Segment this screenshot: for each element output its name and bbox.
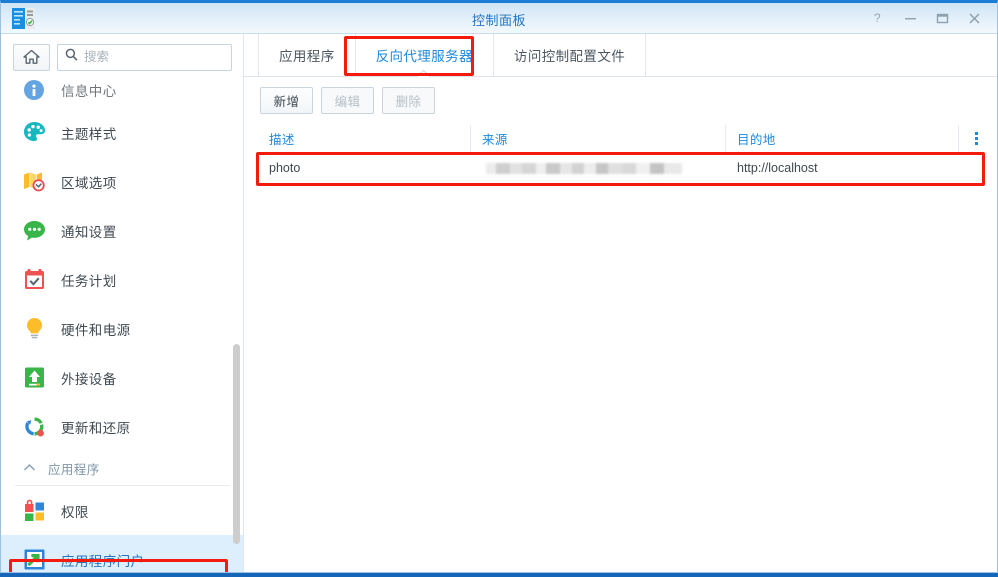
cell-destination: http://localhost [726,153,983,183]
chevron-up-icon [23,459,36,477]
permissions-squares-icon [21,498,47,524]
sidebar-item-label: 权限 [61,501,89,521]
desktop-background-strip [0,573,998,577]
sidebar-item-hardware-power[interactable]: 硬件和电源 [1,304,243,353]
table-header-row: 描述 来源 目的地 [258,125,983,153]
redacted-value [486,163,682,174]
tab-label: 反向代理服务器 [376,45,473,65]
table-row[interactable]: photo http://localhost [258,153,983,183]
column-header-source[interactable]: 来源 [471,125,726,152]
vertical-dots-icon [975,132,978,145]
sidebar-search-row [1,34,243,80]
tab-label: 应用程序 [279,45,335,65]
update-restore-icon [21,414,47,440]
sidebar: 信息中心 主题 [1,34,244,573]
tab-access-control-profile[interactable]: 访问控制配置文件 [494,34,646,76]
control-panel-icon [12,8,35,29]
sidebar-scroll-area: 信息中心 主题 [1,34,243,573]
column-options-icon[interactable] [959,125,983,152]
help-button[interactable]: ? [863,6,893,32]
sidebar-item-theme[interactable]: 主题样式 [1,108,243,157]
regional-map-icon [21,169,47,195]
sidebar-item-label: 信息中心 [61,80,117,100]
sidebar-item-label: 通知设置 [61,221,117,241]
tab-reverse-proxy[interactable]: 反向代理服务器 [356,34,494,76]
tab-applications[interactable]: 应用程序 [258,34,356,76]
sidebar-item-label: 硬件和电源 [61,319,131,339]
create-button[interactable]: 新增 [260,87,313,114]
column-header-description[interactable]: 描述 [258,125,471,152]
delete-button[interactable]: 删除 [382,87,435,114]
window-controls: ? [863,3,989,34]
sidebar-item-label: 外接设备 [61,368,117,388]
search-icon [65,48,78,66]
sidebar-item-external-devices[interactable]: 外接设备 [1,353,243,402]
sidebar-item-label: 更新和还原 [61,417,131,437]
window-body: 信息中心 主题 [1,34,997,573]
sidebar-section-label: 应用程序 [48,459,100,478]
task-scheduler-calendar-icon [21,267,47,293]
notification-bubble-icon [21,218,47,244]
app-portal-icon [21,547,47,573]
sidebar-item-label: 应用程序门户 [61,550,144,570]
minimize-button[interactable] [895,6,925,32]
sidebar-item-regional[interactable]: 区域选项 [1,157,243,206]
edit-button[interactable]: 编辑 [321,87,374,114]
theme-palette-icon [21,120,47,146]
main-content: 应用程序 反向代理服务器 访问控制配置文件 新增 编辑 删除 描述 [244,34,997,573]
search-box[interactable] [57,44,232,71]
column-header-destination[interactable]: 目的地 [726,125,959,152]
cell-description: photo [258,153,471,183]
home-button[interactable] [13,44,50,71]
tab-label: 访问控制配置文件 [514,45,625,65]
info-center-icon [21,77,47,103]
page-title: 控制面板 [1,10,997,29]
sidebar-item-permissions[interactable]: 权限 [1,486,243,535]
sidebar-item-label: 区域选项 [61,172,117,192]
sidebar-item-notification[interactable]: 通知设置 [1,206,243,255]
sidebar-scrollbar[interactable] [233,344,240,544]
lightbulb-icon [21,316,47,342]
sidebar-item-task-scheduler[interactable]: 任务计划 [1,255,243,304]
close-button[interactable] [959,6,989,32]
maximize-button[interactable] [927,6,957,32]
cell-source [471,153,726,183]
external-device-icon [21,365,47,391]
toolbar: 新增 编辑 删除 [244,77,997,123]
search-input[interactable] [84,50,224,64]
sidebar-item-update-restore[interactable]: 更新和还原 [1,402,243,451]
titlebar[interactable]: 控制面板 ? [1,3,997,34]
sidebar-item-label: 主题样式 [61,123,117,143]
sidebar-item-application-portal[interactable]: 应用程序门户 [1,535,243,573]
sidebar-item-label: 任务计划 [61,270,117,290]
sidebar-section-applications[interactable]: 应用程序 [1,451,243,485]
tab-strip: 应用程序 反向代理服务器 访问控制配置文件 [244,34,997,77]
sidebar-nav-list: 信息中心 主题 [1,34,243,573]
reverse-proxy-table: 描述 来源 目的地 photo http://localhost [258,125,983,183]
svg-text:?: ? [874,12,881,25]
tab-active-caret-icon [418,70,430,77]
control-panel-window: 控制面板 ? [0,0,998,573]
